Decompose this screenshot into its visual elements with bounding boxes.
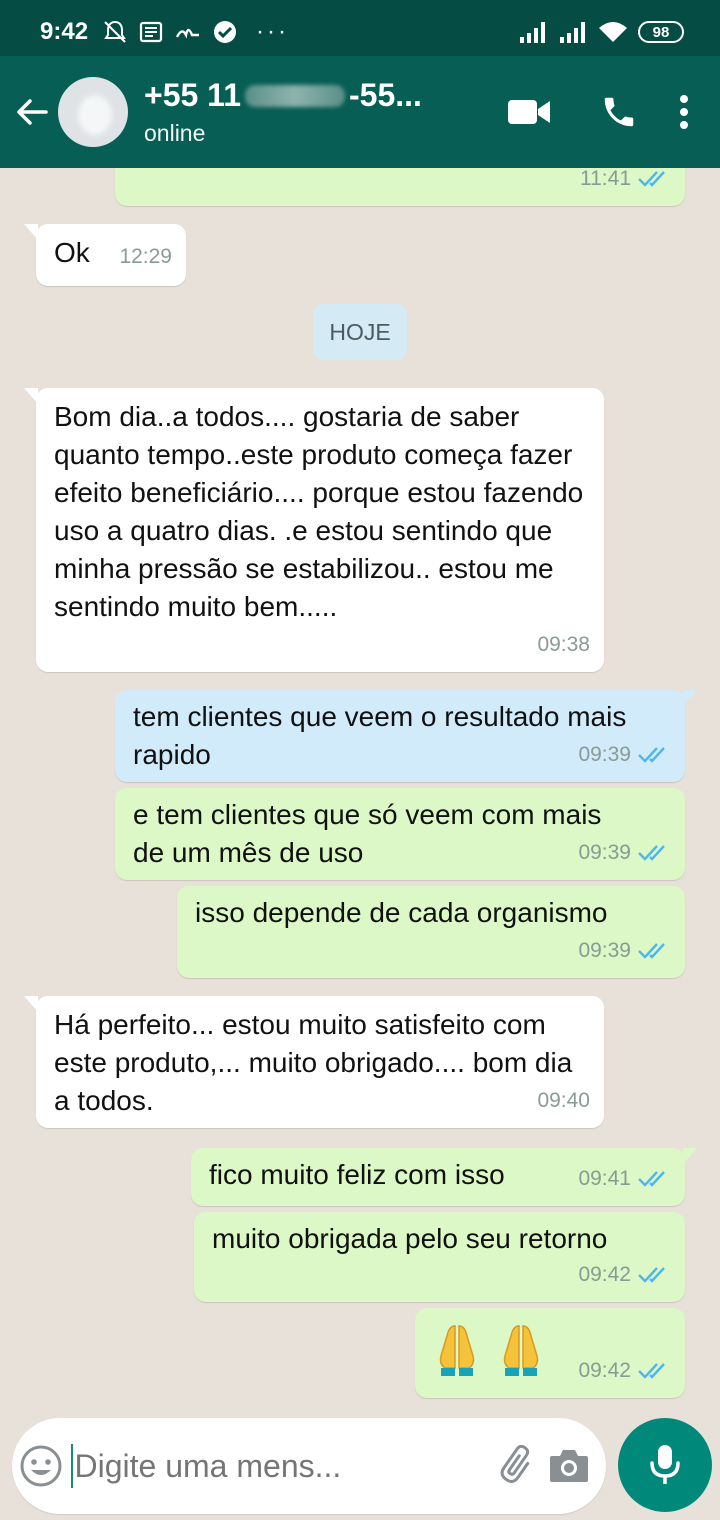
- more-options-button[interactable]: [664, 56, 704, 168]
- status-time: 9:42: [40, 18, 89, 45]
- message-time: 09:40: [537, 1089, 590, 1112]
- message-meta: 09:39: [578, 932, 671, 970]
- message-incoming[interactable]: Há perfeito... estou muito satisfeito co…: [24, 996, 604, 1128]
- attach-button[interactable]: [495, 1445, 545, 1487]
- date-separator: HOJE: [313, 304, 407, 360]
- emoji-button[interactable]: [12, 1444, 71, 1488]
- double-check-read-icon: [638, 845, 665, 861]
- message-text: e tem clientes que só veem com mais de u…: [133, 799, 602, 868]
- message-text: muito obrigada pelo seu retorno: [212, 1223, 608, 1254]
- redacted-digits: [245, 84, 345, 107]
- message-meta: 11:41: [580, 168, 671, 198]
- news-icon: [139, 21, 163, 43]
- paperclip-icon: [500, 1445, 530, 1483]
- message-composer: [12, 1418, 606, 1514]
- back-button[interactable]: [4, 56, 60, 168]
- contact-name-prefix: +55 11: [144, 77, 241, 113]
- camera-icon: [550, 1450, 589, 1482]
- message-meta: 09:39: [578, 736, 671, 774]
- battery-indicator: 98: [638, 21, 684, 43]
- video-camera-icon: [508, 100, 550, 124]
- message-input[interactable]: [70, 1444, 495, 1488]
- double-check-read-icon: [638, 943, 665, 959]
- message-text: sal: [133, 168, 169, 170]
- message-outgoing[interactable]: e tem clientes que só veem com mais de u…: [115, 788, 685, 880]
- message-time: 09:39: [578, 743, 631, 766]
- double-check-read-icon: [638, 1267, 665, 1283]
- battery-level: 98: [652, 23, 670, 41]
- message-meta: 09:40: [537, 1082, 590, 1120]
- voice-call-button[interactable]: [574, 56, 664, 168]
- message-meta: 12:29: [119, 238, 172, 276]
- microphone-icon: [650, 1445, 680, 1484]
- contact-avatar[interactable]: [58, 77, 128, 147]
- message-text: tem clientes que veem o resultado mais r…: [133, 701, 627, 770]
- message-time: 09:39: [578, 939, 631, 962]
- message-outgoing[interactable]: muito obrigada pelo seu retorno 09:42: [194, 1212, 685, 1302]
- message-time: 09:39: [578, 841, 631, 864]
- message-time: 09:42: [578, 1359, 631, 1382]
- signal-icon-2: [560, 22, 585, 43]
- message-outgoing-selected[interactable]: tem clientes que veem o resultado mais r…: [115, 690, 697, 782]
- more-vertical-icon: [680, 95, 688, 129]
- phone-icon: [604, 97, 634, 127]
- message-time: 09:38: [537, 633, 590, 656]
- video-call-button[interactable]: [484, 56, 574, 168]
- double-check-read-icon: [638, 1171, 665, 1187]
- message-time: 09:41: [578, 1167, 631, 1190]
- message-meta: 09:42: [578, 1352, 671, 1390]
- message-text: Bom dia..a todos.... gostaria de saber q…: [54, 401, 584, 622]
- message-meta: 09:42: [578, 1256, 671, 1294]
- arrow-left-icon: [17, 99, 48, 125]
- message-meta: 09:38: [537, 626, 590, 664]
- message-text: Há perfeito... estou muito satisfeito co…: [54, 1009, 573, 1116]
- contact-name-suffix: -55...: [349, 77, 422, 113]
- double-check-read-icon: [638, 747, 665, 763]
- contact-status: online: [144, 120, 206, 146]
- contact-name: +55 11 -55...: [144, 77, 484, 114]
- signal-icon: [520, 22, 545, 43]
- folded-hands-icon: [439, 1325, 475, 1376]
- status-system-icons: 98: [518, 20, 684, 44]
- check-circle-icon: [214, 21, 237, 43]
- message-outgoing[interactable]: fico muito feliz com isso 09:41: [191, 1148, 697, 1206]
- message-time: 12:29: [119, 245, 172, 268]
- message-meta: 09:39: [578, 834, 671, 872]
- double-check-read-icon: [638, 171, 665, 187]
- message-outgoing[interactable]: sal 11:41: [115, 168, 685, 206]
- message-incoming[interactable]: Ok 12:29: [24, 224, 186, 286]
- smiley-icon: [20, 1445, 62, 1487]
- double-check-read-icon: [638, 1363, 665, 1379]
- chat-header: +55 11 -55... online: [0, 56, 720, 168]
- message-outgoing-emoji[interactable]: 09:42: [415, 1308, 685, 1398]
- notifications-off-icon: [104, 20, 126, 43]
- folded-hands-icon: [503, 1325, 539, 1376]
- message-time: 11:41: [580, 168, 631, 190]
- message-meta: 09:41: [578, 1160, 671, 1198]
- status-more-dots: ···: [256, 18, 290, 45]
- voice-message-button[interactable]: [618, 1418, 712, 1512]
- message-outgoing[interactable]: isso depende de cada organismo 09:39: [177, 886, 685, 978]
- message-time: 09:42: [578, 1263, 631, 1286]
- message-list[interactable]: sal 11:41 Ok 12:29 HOJE Bom dia..a todos…: [0, 168, 720, 1418]
- message-text: isso depende de cada organismo: [195, 897, 608, 928]
- header-actions: [484, 56, 704, 168]
- message-incoming[interactable]: Bom dia..a todos.... gostaria de saber q…: [24, 388, 604, 672]
- camera-button[interactable]: [544, 1447, 594, 1485]
- status-notification-icons: [102, 19, 238, 45]
- app-notification-icon: [175, 28, 200, 39]
- contact-info[interactable]: +55 11 -55... online: [144, 77, 484, 147]
- wifi-icon: [599, 22, 627, 42]
- status-bar: 9:42 ··· 98: [0, 0, 720, 64]
